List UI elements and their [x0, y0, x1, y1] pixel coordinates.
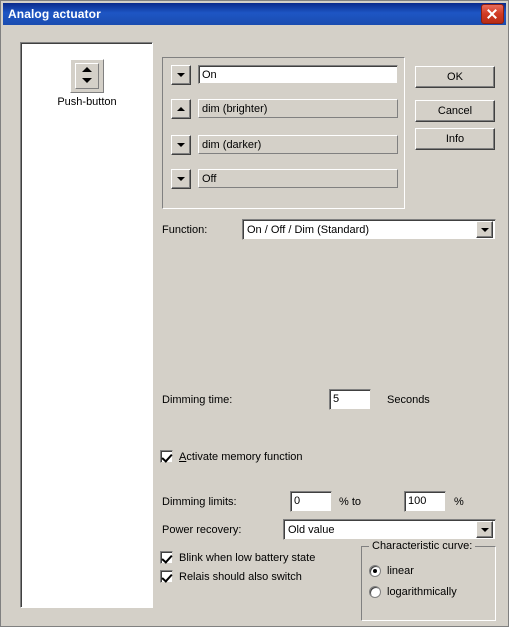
relais-switch-row[interactable]: Relais should also switch: [160, 570, 302, 583]
action-value-3[interactable]: dim (darker): [198, 135, 398, 154]
power-recovery-combobox[interactable]: Old value: [283, 519, 496, 540]
title-bar: Analog actuator: [3, 3, 506, 25]
dimming-limits-label: Dimming limits:: [162, 496, 237, 508]
close-icon[interactable]: [481, 4, 504, 24]
characteristic-curve-logarithmic-label: logarithmically: [387, 586, 457, 598]
info-button[interactable]: Info: [415, 128, 495, 150]
device-item-label: Push-button: [57, 96, 117, 108]
dimming-limit-max-input[interactable]: 100: [404, 491, 446, 512]
characteristic-curve-logarithmic-row[interactable]: logarithmically: [369, 586, 457, 598]
blink-low-battery-label: Blink when low battery state: [179, 551, 316, 564]
activate-memory-function-label: Activate memory function: [179, 450, 303, 463]
characteristic-curve-linear-label: linear: [387, 565, 414, 577]
dialog-client-area: Push-button On dim (brighter) dim (darke…: [3, 27, 506, 624]
action-value-1[interactable]: On: [198, 65, 398, 84]
function-combobox[interactable]: On / Off / Dim (Standard): [242, 219, 496, 240]
arrow-down-icon-button-4[interactable]: [171, 168, 191, 189]
activate-memory-function-row[interactable]: Activate memory function: [160, 450, 303, 463]
characteristic-curve-title: Characteristic curve:: [369, 540, 476, 552]
relais-switch-checkbox[interactable]: [160, 570, 173, 583]
power-recovery-combobox-value: Old value: [288, 523, 335, 536]
device-list-panel[interactable]: Push-button: [20, 42, 153, 608]
dimming-limits-to-label: % to: [339, 496, 362, 508]
action-row: Off: [171, 168, 398, 189]
dimming-time-label: Dimming time:: [162, 394, 233, 406]
ok-button[interactable]: OK: [415, 66, 495, 88]
arrow-up-icon-button-2[interactable]: [171, 98, 191, 119]
blink-low-battery-checkbox[interactable]: [160, 551, 173, 564]
action-rows-group: On dim (brighter) dim (darker) Off: [162, 57, 405, 209]
action-row: On: [171, 64, 398, 85]
characteristic-curve-group: Characteristic curve:: [361, 540, 496, 621]
function-label: Function:: [162, 224, 208, 236]
activate-memory-function-checkbox[interactable]: [160, 450, 173, 463]
arrow-down-icon-button-1[interactable]: [171, 64, 191, 85]
characteristic-curve-linear-row[interactable]: linear: [369, 565, 414, 577]
device-item-push-button[interactable]: Push-button: [48, 59, 126, 109]
action-row: dim (brighter): [171, 98, 398, 119]
cancel-button[interactable]: Cancel: [415, 100, 495, 122]
relais-switch-label: Relais should also switch: [179, 570, 302, 583]
action-value-4[interactable]: Off: [198, 169, 398, 188]
arrow-down-icon-button-3[interactable]: [171, 134, 191, 155]
chevron-down-icon[interactable]: [476, 221, 493, 238]
dimming-limit-min-input[interactable]: 0: [290, 491, 332, 512]
characteristic-curve-logarithmic-radio[interactable]: [369, 586, 381, 598]
action-row: dim (darker): [171, 134, 398, 155]
dimming-time-unit: Seconds: [387, 394, 430, 406]
power-recovery-label: Power recovery:: [162, 524, 242, 536]
chevron-down-icon[interactable]: [476, 521, 493, 538]
up-down-arrows-icon: [70, 59, 104, 93]
dimming-time-input[interactable]: 5: [329, 389, 371, 410]
dimming-limits-percent-label: %: [454, 496, 464, 508]
window-title: Analog actuator: [8, 7, 101, 21]
function-combobox-value: On / Off / Dim (Standard): [247, 223, 370, 236]
blink-low-battery-row[interactable]: Blink when low battery state: [160, 551, 315, 564]
dialog-window: Analog actuator Push-button On dim (brig…: [0, 0, 509, 627]
action-value-2[interactable]: dim (brighter): [198, 99, 398, 118]
characteristic-curve-linear-radio[interactable]: [369, 565, 381, 577]
